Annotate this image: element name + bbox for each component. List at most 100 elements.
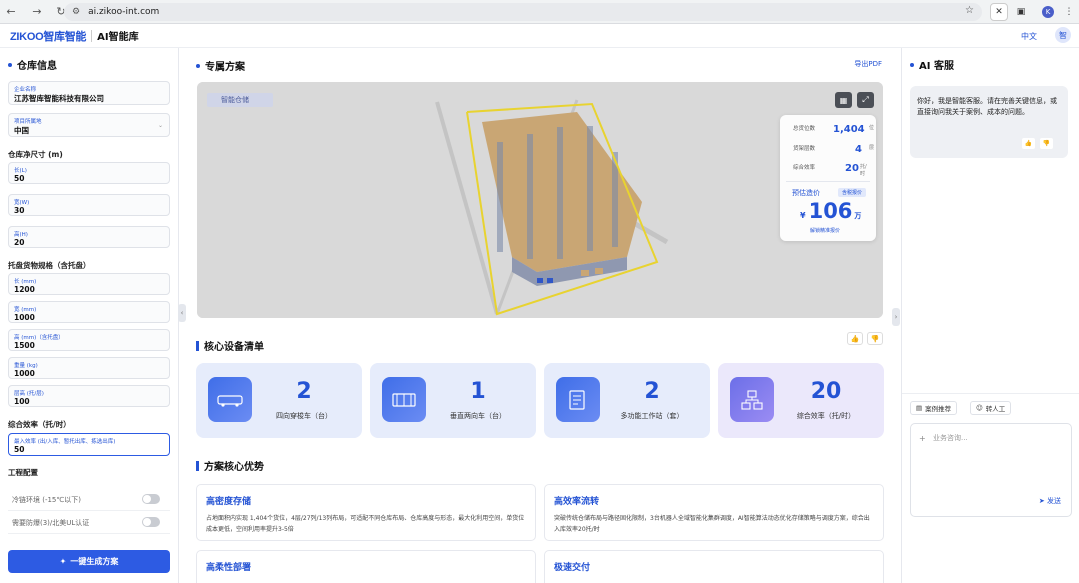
plus-icon[interactable]: +: [919, 434, 926, 443]
3d-viewer[interactable]: 智能仓储 ▦ ⤢ 总货位数 1,404 位 货架层数 4 层 综合效率 20 托…: [197, 82, 883, 318]
thumbs-up-icon[interactable]: 👍: [847, 332, 863, 345]
address-bar[interactable]: ⚙ ai.zikoo-int.com ☆: [64, 3, 982, 21]
pallet-weight-field[interactable]: 重量 (kg) 1000: [8, 357, 170, 379]
field-value: 20: [14, 238, 25, 247]
height-field[interactable]: 高(H) 20: [8, 226, 170, 248]
cold-chain-toggle[interactable]: [142, 494, 160, 504]
plan-panel: 专属方案 导出PDF 智能仓储 ▦ ⤢ 总货位数 1,404 位 货架层数 4 …: [180, 48, 900, 583]
explosion-proof-toggle-row[interactable]: 需要防爆(3)/北美UL认证: [8, 512, 170, 534]
field-label: 企业名称: [14, 87, 37, 93]
chat-icon: ▤: [916, 404, 923, 412]
forward-icon[interactable]: →: [30, 5, 44, 18]
field-value: 50: [14, 445, 25, 454]
width-field[interactable]: 宽(W) 30: [8, 194, 170, 216]
stat-value: 4: [855, 144, 862, 155]
thumbs-down-icon[interactable]: 👎: [867, 332, 883, 345]
profile-avatar[interactable]: K: [1042, 6, 1054, 18]
company-field[interactable]: 企业名称 江苏智库智能科技有限公司: [8, 81, 170, 105]
price-number: 106: [808, 199, 853, 223]
price-label: 预估造价: [792, 189, 820, 197]
length-field[interactable]: 长(L) 50: [8, 162, 170, 184]
thumbs-down-icon[interactable]: 👎: [1040, 138, 1053, 149]
field-value: 1000: [14, 313, 35, 322]
engineering-group-title: 工程配置: [8, 468, 38, 477]
bookmark-star-icon[interactable]: ☆: [965, 5, 974, 16]
chevron-down-icon: ⌄: [157, 122, 163, 129]
human-agent-button[interactable]: ☺ 转人工: [970, 401, 1012, 415]
layout-view-icon[interactable]: ▦: [835, 92, 852, 108]
export-pdf-button[interactable]: 导出PDF: [854, 59, 882, 69]
pallet-width-field[interactable]: 宽 (mm) 1000: [8, 301, 170, 323]
generate-plan-button[interactable]: ✦ 一键生成方案: [8, 550, 170, 573]
network-icon: [730, 377, 774, 422]
toggle-label: 冷链环境 (-15℃以下): [12, 495, 81, 504]
field-label: 高(H): [14, 232, 28, 238]
toggle-label: 需要防爆(3)/北美UL认证: [12, 518, 90, 527]
equipment-card: 2 多功能工作站（套）: [544, 363, 710, 438]
title-bar: [196, 460, 199, 471]
equipment-count: 2: [644, 379, 660, 404]
puzzle-icon[interactable]: ▣: [1012, 3, 1030, 21]
country-select[interactable]: 项目所属地 中国 ⌄: [8, 113, 170, 137]
efficiency-field[interactable]: 最入效率 (出/入库、暂托出库、拣选出库) 50: [8, 433, 170, 456]
button-label: 转人工: [985, 405, 1006, 413]
advantage-desc: 占地面积内实现 1,404个货位，4层/27列/13列布局，可适配不同仓库布局、…: [206, 515, 525, 533]
extension-icon[interactable]: ✕: [990, 3, 1008, 21]
equipment-card: 1 垂直两向车（台）: [370, 363, 536, 438]
pallet-length-field[interactable]: 长 (mm) 1200: [8, 273, 170, 295]
stats-card: 总货位数 1,404 位 货架层数 4 层 综合效率 20 托/时 预估造价 含…: [780, 115, 876, 241]
explosion-proof-toggle[interactable]: [142, 517, 160, 527]
field-value: 100: [14, 397, 30, 406]
advantage-card: 高密度存储 占地面积内实现 1,404个货位，4层/27列/13列布局，可适配不…: [196, 484, 536, 541]
stat-unit: 托/时: [860, 164, 867, 177]
equipment-title-text: 核心设备清单: [204, 342, 264, 353]
pallet-height-field[interactable]: 高 (mm)（含托盘） 1500: [8, 329, 170, 351]
thumbs-up-icon[interactable]: 👍: [1022, 138, 1035, 149]
back-icon[interactable]: ←: [4, 5, 18, 18]
field-label: 长(L): [14, 168, 27, 174]
size-group-title: 仓库净尺寸 (m): [8, 150, 63, 159]
fullscreen-icon[interactable]: ⤢: [857, 92, 874, 108]
case-recommend-button[interactable]: ▤ 案例推荐: [910, 401, 958, 415]
send-label: 发送: [1047, 497, 1061, 505]
advantage-desc: 突破传统仓储布局与路径固化限制，3台机器人全域智能化集群调度，AI智能算法动态优…: [554, 515, 870, 533]
plan-title: 专属方案: [196, 58, 245, 73]
unlock-quote-link[interactable]: 解锁精准报价: [810, 227, 840, 234]
field-value: 1500: [14, 341, 35, 350]
equipment-count: 2: [296, 379, 312, 404]
stat-value: 20: [845, 163, 859, 174]
input-placeholder: 业务咨询...: [933, 434, 968, 442]
lift-icon: [382, 377, 426, 422]
more-menu-icon[interactable]: ⋮: [1060, 3, 1078, 21]
equipment-count: 1: [470, 379, 486, 404]
layer-field[interactable]: 层高 (托/层) 100: [8, 385, 170, 407]
price-value: ¥ 106 万: [800, 199, 861, 223]
browser-toolbar: ← → ↻ ⚙ ai.zikoo-int.com ☆ ✕ ▣ K ⋮: [0, 0, 1079, 24]
field-value: 江苏智库智能科技有限公司: [14, 94, 104, 103]
equipment-label: 四向穿梭车（台）: [276, 412, 332, 420]
ai-title-text: AI 客服: [919, 61, 954, 72]
site-info-icon[interactable]: ⚙: [72, 7, 80, 17]
stat-label: 货架层数: [793, 146, 816, 152]
equipment-title: 核心设备清单: [196, 338, 264, 353]
field-label: 宽 (mm): [14, 307, 37, 313]
user-avatar[interactable]: 智: [1055, 27, 1071, 43]
logo-divider: [91, 29, 93, 42]
language-switch[interactable]: 中文: [1021, 31, 1037, 42]
viewer-tag: 智能仓储: [207, 93, 273, 107]
chat-input[interactable]: + 业务咨询... ➤ 发送: [910, 423, 1072, 517]
pallet-group-title: 托盘货物规格（含托盘）: [8, 261, 91, 270]
title-dot: [8, 62, 12, 67]
warehouse-info-panel: 仓库信息 企业名称 江苏智库智能科技有限公司 项目所属地 中国 ⌄ 仓库净尺寸 …: [0, 48, 179, 583]
advantages-title: 方案核心优势: [196, 458, 264, 473]
chat-message: 你好，我是智能客服。请在完善关键信息，或直接询问我关于案例、成本的问题。 👍 👎: [910, 86, 1068, 158]
advantage-title: 极速交付: [554, 563, 591, 573]
advantage-card: 高柔性部署: [196, 550, 536, 583]
magic-wand-icon: ✦: [59, 557, 67, 566]
field-label: 宽(W): [14, 200, 30, 206]
app-header: ZIKOO智库智能 AI智能库 中文 智: [0, 24, 1079, 48]
equipment-label: 垂直两向车（台）: [450, 412, 506, 420]
cold-chain-toggle-row[interactable]: 冷链环境 (-15℃以下): [8, 489, 170, 511]
send-button[interactable]: ➤ 发送: [1039, 496, 1061, 506]
divider: [902, 393, 1079, 394]
